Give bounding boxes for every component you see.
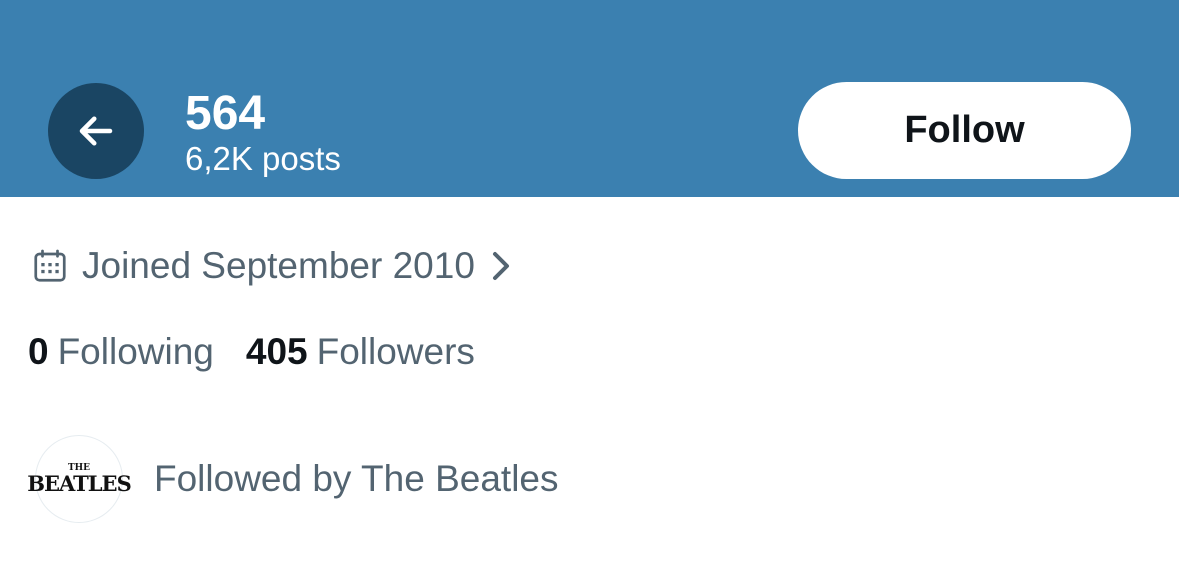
- chevron-right-icon: [492, 252, 509, 280]
- profile-name: 564: [185, 87, 266, 140]
- following-count: 0: [28, 331, 49, 372]
- avatar-logo-text: BEATLES: [27, 470, 131, 496]
- back-button[interactable]: [48, 83, 144, 179]
- following-link[interactable]: 0 Following: [28, 331, 214, 373]
- followed-by-text: Followed by The Beatles: [154, 458, 559, 499]
- followers-link[interactable]: 405 Followers: [246, 331, 475, 373]
- joined-date-row[interactable]: Joined September 2010: [32, 244, 513, 288]
- followed-by-row[interactable]: THE BEATLES Followed by The Beatles: [27, 435, 559, 523]
- post-count: 6,2K posts: [185, 140, 341, 177]
- follow-stats: 0 Following 405 Followers: [28, 330, 475, 374]
- following-label: Following: [57, 331, 214, 372]
- calendar-icon: [34, 249, 66, 282]
- header-title-block: 564 6,2K posts: [185, 88, 341, 178]
- beatles-avatar[interactable]: THE BEATLES: [27, 435, 132, 523]
- joined-date-text: Joined September 2010: [82, 245, 475, 286]
- profile-header-banner: 564 6,2K posts Follow: [0, 0, 1179, 197]
- followers-count: 405: [245, 331, 308, 372]
- arrow-left-icon: [79, 116, 113, 146]
- follow-button[interactable]: Follow: [798, 82, 1131, 179]
- followers-label: Followers: [316, 331, 475, 372]
